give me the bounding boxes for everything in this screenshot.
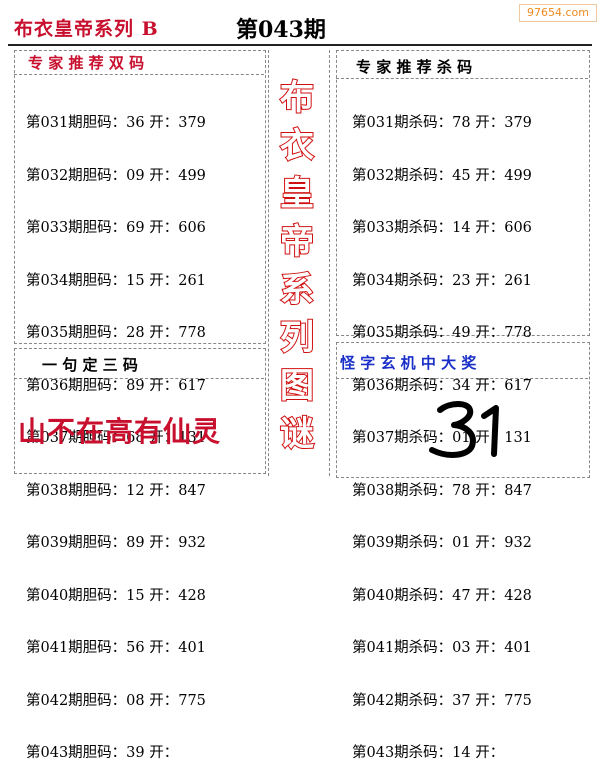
list-item: 第043期胆码：39 开： xyxy=(26,745,179,761)
list-item: 第031期杀码：78 开：379 xyxy=(352,115,532,131)
vertical-char: 图 xyxy=(279,365,315,407)
list-item: 第032期杀码：45 开：499 xyxy=(352,167,532,184)
center-vertical-title: 布 衣 皇 帝 系 列 图 谜 xyxy=(272,74,322,458)
left-panel-heading: 专 家 推 荐 双 码 xyxy=(28,54,145,72)
slogan-text: 山不在高有仙灵 xyxy=(18,415,222,448)
vertical-char: 帝 xyxy=(279,221,315,263)
list-item: 第041期胆码：56 开：401 xyxy=(26,640,206,656)
list-item: 第039期杀码：01 开：932 xyxy=(352,535,532,551)
list-item: 第041期杀码：03 开：401 xyxy=(352,640,532,656)
list-item: 第040期杀码：47 开：428 xyxy=(352,587,532,604)
list-item: 第038期杀码：78 开：847 xyxy=(352,482,532,499)
page-title: 布衣皇帝系列 B xyxy=(14,18,159,40)
list-item: 第034期胆码：15 开：261 xyxy=(26,272,206,289)
vertical-char: 系 xyxy=(279,269,315,311)
list-item: 第032期胆码：09 开：499 xyxy=(26,167,206,184)
left-heading-rule xyxy=(14,74,264,75)
list-item: 第031期胆码：36 开：379 xyxy=(26,115,206,131)
bottom-left-heading: 一 句 定 三 码 xyxy=(42,356,138,374)
list-item: 第043期杀码：14 开： xyxy=(352,745,505,761)
header-rule xyxy=(8,44,592,46)
vertical-char: 布 xyxy=(279,77,315,119)
handwritten-answer xyxy=(429,401,499,458)
list-item: 第036期胆码：89 开：617 xyxy=(26,377,206,394)
list-item: 第033期胆码：69 开：606 xyxy=(26,220,206,236)
right-panel-heading: 专 家 推 荐 杀 码 xyxy=(356,58,473,76)
vertical-char: 皇 xyxy=(279,173,315,215)
list-item: 第042期胆码：08 开：775 xyxy=(26,692,206,709)
issue-number: 第043期 xyxy=(236,17,326,43)
bottom-right-heading: 怪 字 玄 机 中 大 奖 xyxy=(340,354,477,372)
list-item: 第035期胆码：28 开：778 xyxy=(26,325,206,341)
vertical-char: 谜 xyxy=(279,413,315,455)
right-heading-rule xyxy=(336,78,588,79)
list-item: 第036期杀码：34 开：617 xyxy=(352,377,532,394)
list-item: 第038期胆码：12 开：847 xyxy=(26,482,206,499)
vertical-char: 衣 xyxy=(279,125,315,167)
site-watermark: 97654.com xyxy=(519,4,597,22)
vertical-char: 列 xyxy=(279,317,315,359)
list-item: 第039期胆码：89 开：932 xyxy=(26,535,206,551)
list-item: 第033期杀码：14 开：606 xyxy=(352,220,532,236)
list-item: 第035期杀码：49 开：778 xyxy=(352,325,532,341)
list-item: 第034期杀码：23 开：261 xyxy=(352,272,532,289)
list-item: 第042期杀码：37 开：775 xyxy=(352,692,532,709)
list-item: 第040期胆码：15 开：428 xyxy=(26,587,206,604)
